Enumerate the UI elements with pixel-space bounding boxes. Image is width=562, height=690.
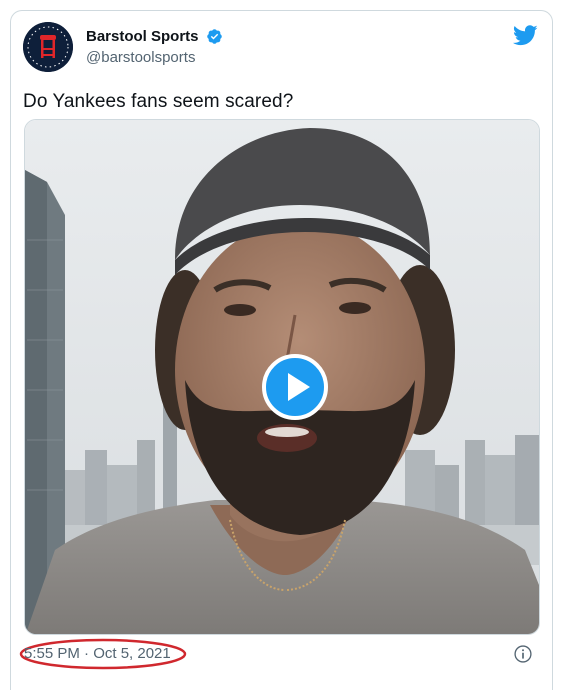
- verified-badge-icon: [207, 29, 222, 45]
- barstool-logo-icon: [23, 22, 73, 72]
- tweet-text: Do Yankees fans seem scared?: [23, 91, 294, 112]
- twitter-bird-icon[interactable]: [513, 25, 538, 46]
- avatar[interactable]: [23, 22, 73, 72]
- tweet-card[interactable]: Barstool Sports @barstoolsports Do Yanke…: [10, 10, 553, 690]
- tweet-timestamp[interactable]: 5:55 PM · Oct 5, 2021: [24, 645, 171, 662]
- play-icon[interactable]: [262, 354, 328, 420]
- tweet-footer: 5:55 PM · Oct 5, 2021: [19, 638, 539, 670]
- tweet-author: Barstool Sports @barstoolsports: [86, 28, 223, 66]
- info-icon[interactable]: [513, 644, 533, 664]
- video-media[interactable]: [24, 119, 540, 635]
- user-handle[interactable]: @barstoolsports: [86, 49, 223, 66]
- display-name[interactable]: Barstool Sports: [86, 28, 199, 45]
